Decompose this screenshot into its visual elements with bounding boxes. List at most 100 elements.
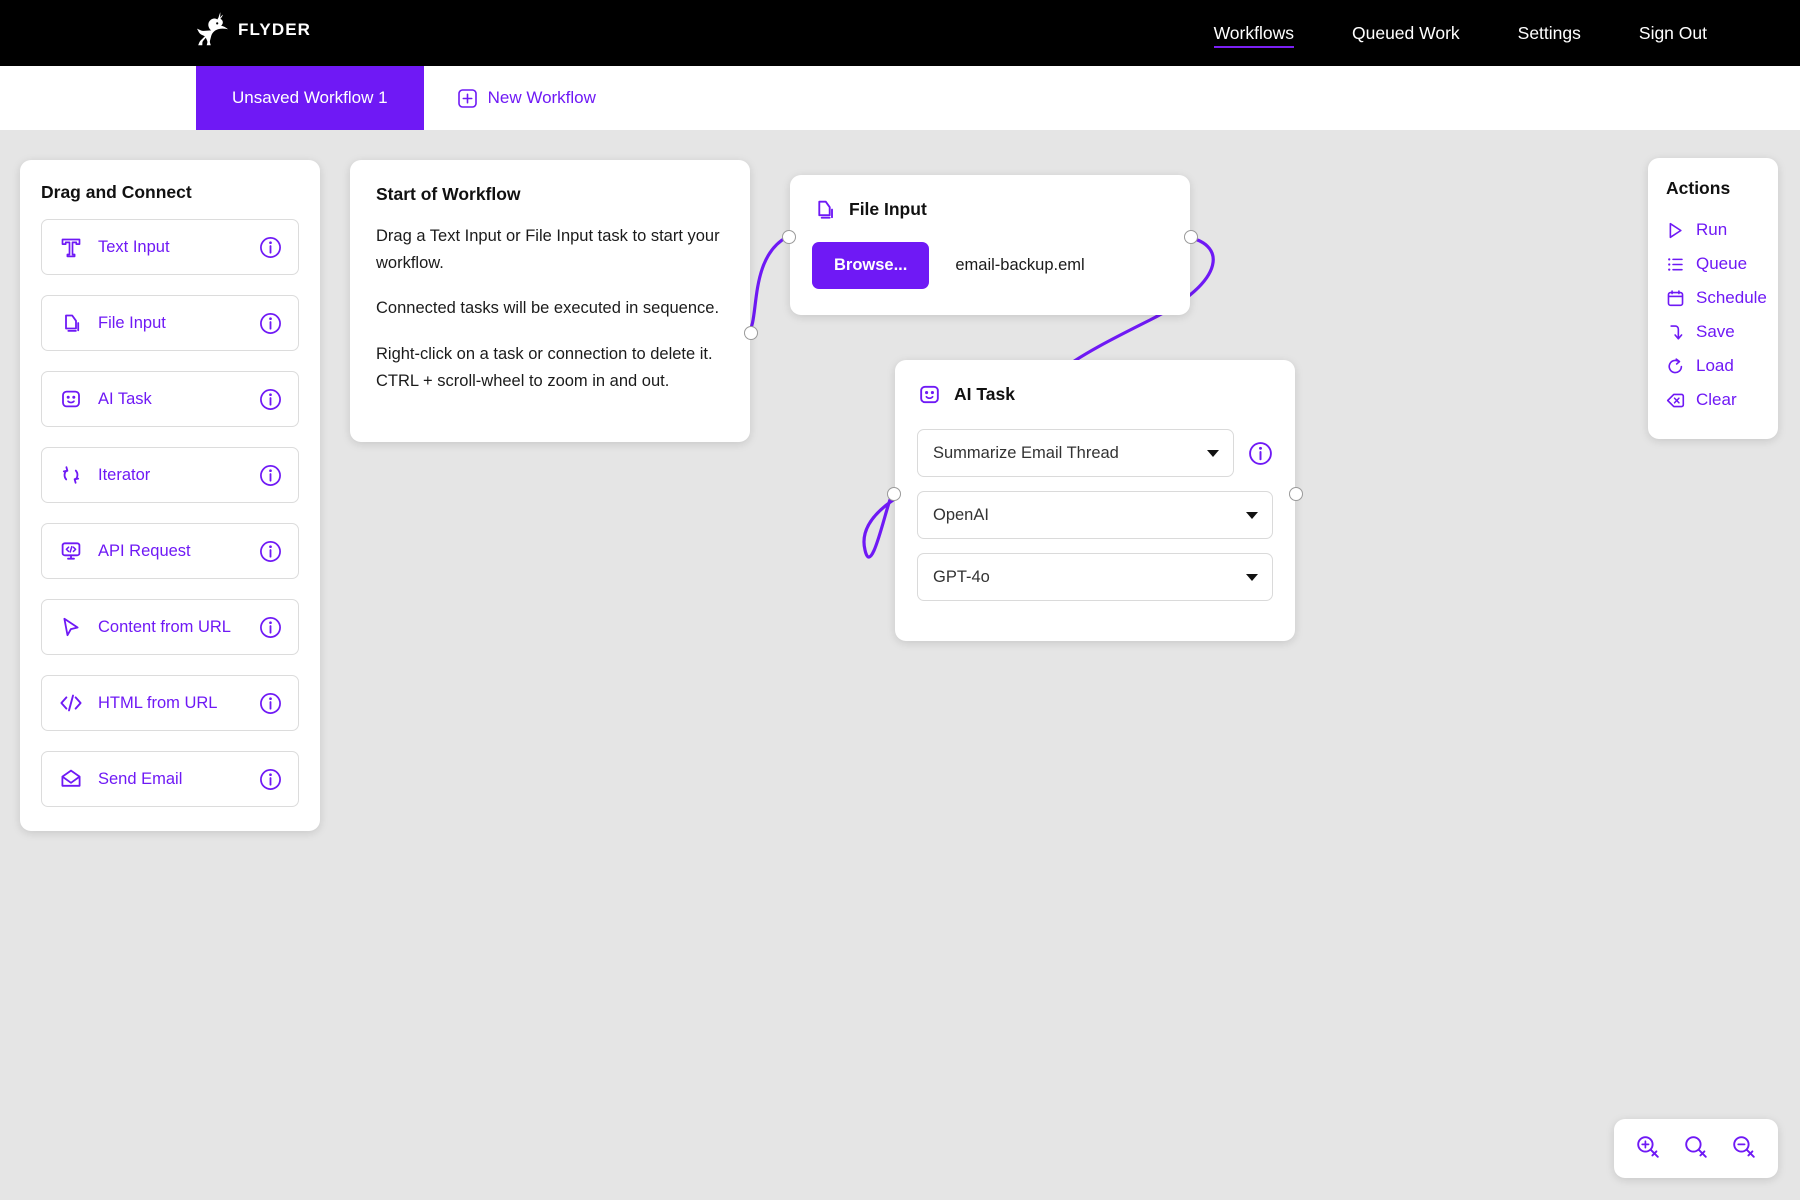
info-circle-icon[interactable] bbox=[259, 616, 282, 639]
ai-node-header: AI Task bbox=[917, 382, 1273, 407]
drag-and-connect-panel: Drag and Connect Text Input File Input A… bbox=[20, 160, 320, 831]
action-label: Load bbox=[1696, 356, 1734, 375]
file-node-input-port[interactable] bbox=[782, 230, 796, 244]
top-nav-links: Workflows Queued Work Settings Sign Out bbox=[1185, 0, 1736, 66]
new-workflow-button[interactable]: New Workflow bbox=[424, 66, 630, 130]
code-brackets-icon bbox=[58, 690, 84, 716]
palette-item-send-email[interactable]: Send Email bbox=[41, 751, 299, 807]
ai-node-title: AI Task bbox=[954, 384, 1015, 404]
palette-item-text-input[interactable]: Text Input bbox=[41, 219, 299, 275]
ai-model-select[interactable]: GPT-4o bbox=[917, 553, 1273, 601]
palette-item-api-request[interactable]: API Request bbox=[41, 523, 299, 579]
action-run[interactable]: Run bbox=[1666, 213, 1760, 247]
info-circle-icon[interactable] bbox=[259, 312, 282, 335]
ai-task-select-row: Summarize Email Thread bbox=[917, 429, 1273, 477]
chevron-down-icon bbox=[1246, 511, 1258, 519]
ai-model-select-value: GPT-4o bbox=[933, 567, 990, 586]
action-clear[interactable]: Clear bbox=[1666, 383, 1760, 417]
ai-node-output-port[interactable] bbox=[1289, 487, 1303, 501]
palette-item-ai-task[interactable]: AI Task bbox=[41, 371, 299, 427]
workflow-canvas[interactable]: Drag and Connect Text Input File Input A… bbox=[0, 130, 1800, 1200]
nav-item-workflows[interactable]: Workflows bbox=[1185, 0, 1323, 66]
clear-x-icon bbox=[1666, 393, 1685, 407]
wire-start-to-file bbox=[746, 235, 788, 335]
code-monitor-icon bbox=[58, 538, 84, 564]
browse-button[interactable]: Browse... bbox=[812, 242, 930, 289]
info-circle-icon[interactable] bbox=[259, 388, 282, 411]
action-queue[interactable]: Queue bbox=[1666, 247, 1760, 281]
info-circle-icon[interactable] bbox=[259, 236, 282, 259]
ai-model-select-row: GPT-4o bbox=[917, 553, 1273, 601]
palette-title: Drag and Connect bbox=[41, 182, 192, 202]
workflow-tab-strip: Unsaved Workflow 1 New Workflow bbox=[0, 66, 1800, 130]
zoom-in-button[interactable] bbox=[1634, 1133, 1662, 1164]
zoom-out-button[interactable] bbox=[1730, 1133, 1758, 1164]
palette-item-iterator[interactable]: Iterator bbox=[41, 447, 299, 503]
palette-label: File Input bbox=[98, 313, 166, 332]
file-node-output-port[interactable] bbox=[1184, 230, 1198, 244]
file-input-icon bbox=[818, 200, 833, 219]
palette-label: Iterator bbox=[98, 465, 151, 484]
info-circle-icon[interactable] bbox=[259, 692, 282, 715]
info-circle-icon[interactable] bbox=[259, 464, 282, 487]
brand-logo-group: FLYDER bbox=[196, 12, 311, 46]
start-card-paragraph-2: Connected tasks will be executed in sequ… bbox=[376, 299, 720, 318]
refresh-load-icon bbox=[1668, 357, 1683, 373]
palette-item-file-input[interactable]: File Input bbox=[41, 295, 299, 351]
action-save[interactable]: Save bbox=[1666, 315, 1760, 349]
chevron-down-icon bbox=[1207, 449, 1219, 457]
winged-rabbit-logo-icon bbox=[197, 12, 229, 46]
magnifier-minus-icon bbox=[1733, 1136, 1755, 1158]
file-node-body: Browse... email-backup.eml bbox=[812, 242, 1168, 289]
action-schedule[interactable]: Schedule bbox=[1666, 281, 1767, 315]
start-card-output-port[interactable] bbox=[744, 326, 758, 340]
start-card-title: Start of Workflow bbox=[376, 184, 521, 204]
ai-task-select-value: Summarize Email Thread bbox=[933, 443, 1119, 462]
selected-file-name: email-backup.eml bbox=[955, 256, 1085, 274]
info-circle-icon[interactable] bbox=[1248, 441, 1273, 466]
arrow-down-save-icon bbox=[1670, 324, 1683, 340]
envelope-icon bbox=[58, 766, 84, 792]
actions-title: Actions bbox=[1666, 178, 1731, 198]
robot-face-icon bbox=[58, 386, 84, 412]
list-icon bbox=[1668, 257, 1683, 271]
action-load[interactable]: Load bbox=[1666, 349, 1760, 383]
start-of-workflow-card[interactable]: Start of Workflow Drag a Text Input or F… bbox=[350, 160, 758, 442]
tab-unsaved-workflow-1[interactable]: Unsaved Workflow 1 bbox=[196, 66, 424, 130]
ai-task-select[interactable]: Summarize Email Thread bbox=[917, 429, 1234, 477]
start-card-paragraph-3: Right-click on a task or connection to d… bbox=[376, 345, 713, 390]
magnifier-plus-icon bbox=[1637, 1136, 1659, 1158]
nav-item-sign-out[interactable]: Sign Out bbox=[1610, 0, 1736, 66]
robot-face-icon bbox=[920, 385, 939, 404]
ai-provider-select-row: OpenAI bbox=[917, 491, 1273, 539]
play-triangle-icon bbox=[1669, 222, 1682, 238]
ai-provider-select[interactable]: OpenAI bbox=[917, 491, 1273, 539]
cursor-arrow-icon bbox=[58, 614, 84, 640]
top-navigation-bar: FLYDER Workflows Queued Work Settings Si… bbox=[0, 0, 1800, 66]
file-node-title: File Input bbox=[849, 199, 927, 219]
nav-item-settings[interactable]: Settings bbox=[1489, 0, 1610, 66]
palette-item-html-from-url[interactable]: HTML from URL bbox=[41, 675, 299, 731]
palette-label: Content from URL bbox=[98, 617, 231, 636]
action-label: Queue bbox=[1696, 254, 1748, 273]
info-circle-icon[interactable] bbox=[259, 540, 282, 563]
info-circle-icon[interactable] bbox=[259, 768, 282, 791]
zoom-reset-button[interactable] bbox=[1682, 1133, 1710, 1164]
file-node-header: File Input bbox=[812, 197, 1168, 222]
loop-arrows-icon bbox=[58, 462, 84, 488]
action-label: Schedule bbox=[1696, 288, 1767, 307]
ai-task-node[interactable]: AI Task Summarize Email Thread OpenAI GP… bbox=[887, 360, 1303, 641]
ai-provider-select-value: OpenAI bbox=[933, 505, 989, 524]
chevron-down-icon bbox=[1246, 573, 1258, 581]
file-input-icon bbox=[58, 310, 84, 336]
calendar-icon bbox=[1667, 289, 1684, 306]
file-input-node[interactable]: File Input Browse... email-backup.eml bbox=[782, 175, 1198, 315]
action-label: Clear bbox=[1696, 390, 1737, 409]
nav-item-queued-work[interactable]: Queued Work bbox=[1323, 0, 1489, 66]
new-workflow-label: New Workflow bbox=[487, 88, 596, 107]
action-label: Save bbox=[1696, 322, 1735, 341]
palette-label: Send Email bbox=[98, 769, 183, 788]
plus-square-icon bbox=[457, 88, 477, 108]
ai-node-input-port[interactable] bbox=[887, 487, 901, 501]
palette-item-content-from-url[interactable]: Content from URL bbox=[41, 599, 299, 655]
